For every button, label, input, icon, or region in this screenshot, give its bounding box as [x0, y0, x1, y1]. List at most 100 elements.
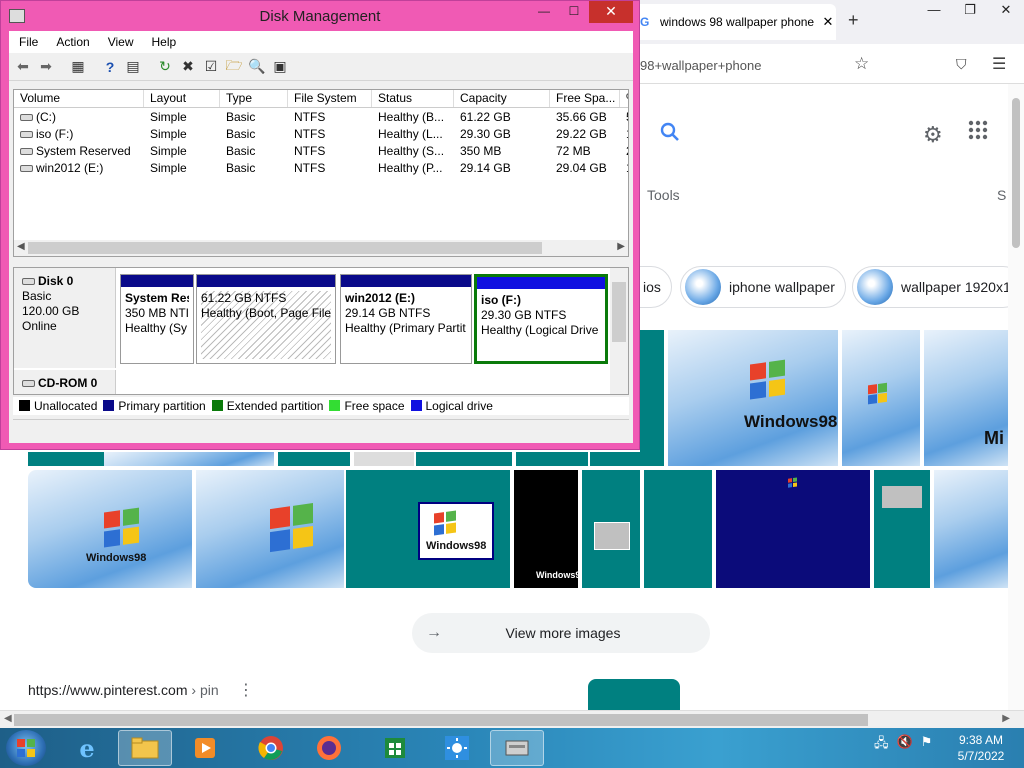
partition-system-reserved[interactable]: System Reserved 350 MB NTI Healthy (Sy — [120, 274, 194, 364]
table-row[interactable]: (C:) Simple Basic NTFS Healthy (B... 61.… — [14, 109, 628, 126]
image-result[interactable] — [590, 452, 664, 466]
vertical-scrollbar[interactable] — [1008, 84, 1024, 710]
minimize-icon[interactable]: — — [529, 1, 559, 23]
image-result[interactable] — [716, 470, 870, 588]
tools-tab[interactable]: Tools — [647, 187, 680, 203]
column-volume[interactable]: Volume — [14, 90, 144, 107]
table-row[interactable]: System Reserved Simple Basic NTFS Health… — [14, 143, 628, 160]
image-result[interactable]: Windows98 — [668, 330, 838, 466]
image-result[interactable] — [196, 470, 344, 588]
column-percent-free[interactable]: % — [620, 90, 628, 107]
partition-c[interactable]: 61.22 GB NTFS Healthy (Boot, Page File, — [196, 274, 336, 364]
internet-explorer-icon[interactable]: e — [60, 730, 114, 766]
column-file-system[interactable]: File System — [288, 90, 372, 107]
chrome-icon[interactable] — [244, 730, 298, 766]
firefox-icon[interactable] — [302, 730, 356, 766]
result-url[interactable]: https://www.pinterest.com › pin — [28, 682, 219, 698]
menu-view[interactable]: View — [108, 35, 134, 49]
menu-file[interactable]: File — [19, 35, 38, 49]
browser-tab[interactable]: G windows 98 wallpaper phone ✕ — [632, 4, 836, 40]
back-icon[interactable]: ⬅ — [13, 57, 33, 77]
image-result[interactable] — [28, 452, 104, 466]
scrollbar-thumb[interactable] — [612, 282, 626, 342]
scrollbar-thumb[interactable] — [28, 242, 542, 254]
cdrom-label[interactable]: CD-ROM 0 — [14, 370, 116, 394]
image-result[interactable] — [644, 470, 712, 588]
clock[interactable]: 9:38 AM 5/7/2022 — [948, 732, 1014, 764]
help-icon[interactable]: ? — [100, 57, 120, 77]
image-result[interactable] — [874, 470, 930, 588]
column-free-space[interactable]: Free Spa... — [550, 90, 620, 107]
table-row[interactable]: iso (F:) Simple Basic NTFS Healthy (L...… — [14, 126, 628, 143]
window-titlebar[interactable]: Disk Management — ☐ ✕ — [1, 1, 639, 31]
scrollbar-thumb[interactable] — [1012, 98, 1020, 248]
start-button[interactable] — [6, 730, 46, 766]
image-result[interactable]: Windows98 — [346, 470, 510, 588]
search-icon[interactable]: 🔍 — [247, 57, 267, 77]
image-result[interactable] — [416, 452, 512, 466]
more-options-icon[interactable]: ⋮ — [238, 680, 254, 700]
close-tab-icon[interactable]: ✕ — [820, 14, 836, 30]
console-tree-icon[interactable]: ▦ — [68, 57, 88, 77]
properties-icon[interactable]: ▤ — [123, 57, 143, 77]
table-row[interactable]: win2012 (E:) Simple Basic NTFS Healthy (… — [14, 160, 628, 177]
image-result[interactable] — [354, 452, 414, 466]
partition-win2012[interactable]: win2012 (E:) 29.14 GB NTFS Healthy (Prim… — [340, 274, 472, 364]
scroll-right-icon[interactable]: ▶ — [617, 241, 625, 252]
delete-icon[interactable]: ✖ — [178, 57, 198, 77]
menu-icon[interactable]: ☰ — [992, 54, 1006, 74]
image-result[interactable] — [934, 470, 1008, 588]
chip-iphone-wallpaper[interactable]: iphone wallpaper — [680, 266, 846, 308]
scrollbar-thumb[interactable] — [14, 714, 868, 726]
volume-list-scrollbar[interactable]: ◀ ▶ — [14, 240, 628, 256]
view-icon[interactable]: ▣ — [270, 57, 290, 77]
disk-view-scrollbar[interactable] — [610, 268, 628, 394]
gear-icon[interactable]: ⚙ — [923, 122, 943, 148]
network-icon[interactable]: 🖧 — [874, 734, 889, 756]
minimize-icon[interactable]: — — [916, 0, 952, 22]
volume-muted-icon[interactable]: 🔇 — [897, 734, 913, 756]
media-player-icon[interactable] — [178, 730, 232, 766]
column-layout[interactable]: Layout — [144, 90, 220, 107]
apps-grid-icon[interactable] — [968, 120, 988, 146]
brightness-icon[interactable] — [430, 730, 484, 766]
column-capacity[interactable]: Capacity — [454, 90, 550, 107]
forward-icon[interactable]: ➡ — [36, 57, 56, 77]
disk-0-label[interactable]: Disk 0 Basic 120.00 GB Online — [14, 268, 116, 368]
image-result[interactable] — [842, 330, 920, 466]
view-more-images-button[interactable]: → View more images — [412, 613, 710, 653]
search-icon[interactable] — [660, 122, 680, 148]
restore-icon[interactable]: ❐ — [952, 0, 988, 22]
checkmark-properties-icon[interactable]: ☑ — [201, 57, 221, 77]
image-result[interactable]: Windows98 — [28, 470, 192, 588]
column-status[interactable]: Status — [372, 90, 454, 107]
scroll-left-icon[interactable]: ◀ — [17, 241, 25, 252]
action-center-icon[interactable]: ⚑ — [921, 734, 933, 756]
file-explorer-icon[interactable] — [118, 730, 172, 766]
menu-help[interactable]: Help — [152, 35, 177, 49]
column-type[interactable]: Type — [220, 90, 288, 107]
image-result[interactable] — [640, 330, 664, 466]
image-result[interactable] — [278, 452, 350, 466]
microsoft-store-icon[interactable] — [368, 730, 422, 766]
pocket-icon[interactable]: ⛉ — [956, 56, 967, 73]
maximize-icon[interactable]: ☐ — [559, 1, 589, 23]
safesearch-tab[interactable]: S — [997, 187, 1006, 203]
image-result[interactable] — [104, 452, 274, 466]
open-folder-icon[interactable]: 🗁 — [224, 57, 244, 77]
chip-wallpaper-1920[interactable]: wallpaper 1920x1 — [852, 266, 1024, 308]
bookmark-star-icon[interactable]: ☆ — [854, 54, 869, 74]
close-icon[interactable]: ✕ — [589, 1, 633, 23]
menu-action[interactable]: Action — [56, 35, 89, 49]
url-text[interactable]: 98+wallpaper+phone — [640, 58, 761, 73]
partition-iso[interactable]: iso (F:) 29.30 GB NTFS Healthy (Logical … — [474, 274, 608, 364]
close-icon[interactable]: ✕ — [988, 0, 1024, 22]
image-result[interactable]: Mi — [924, 330, 1008, 466]
new-tab-icon[interactable]: + — [848, 10, 859, 31]
image-result[interactable]: Windows98 — [514, 470, 578, 588]
image-result[interactable] — [516, 452, 588, 466]
scroll-left-icon[interactable]: ◀ — [4, 713, 12, 724]
scroll-right-icon[interactable]: ▶ — [1002, 713, 1010, 724]
horizontal-scrollbar[interactable]: ◀ ▶ — [0, 710, 1024, 728]
refresh-icon[interactable]: ↻ — [155, 57, 175, 77]
